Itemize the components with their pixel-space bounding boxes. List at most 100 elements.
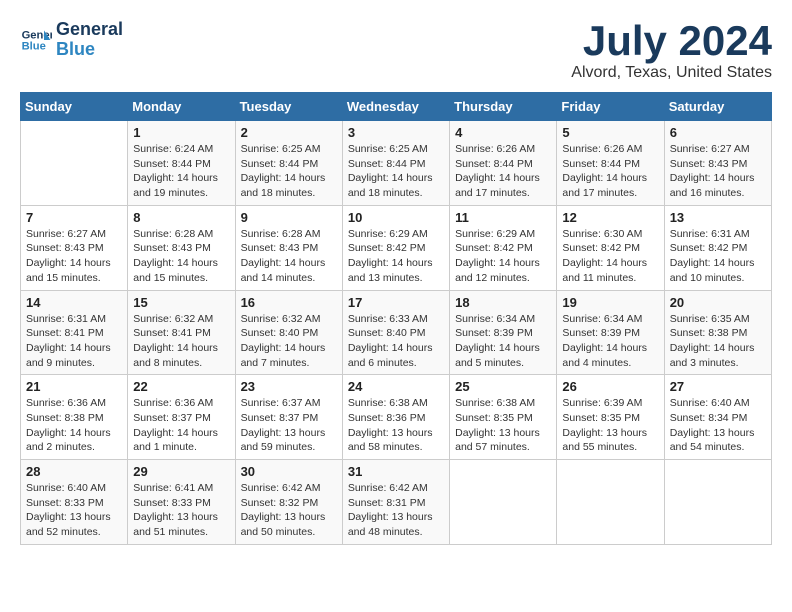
page-header: General Blue General Blue July 2024 Alvo… [20, 20, 772, 82]
day-info: Sunrise: 6:31 AM Sunset: 8:41 PM Dayligh… [26, 312, 122, 371]
day-info: Sunrise: 6:25 AM Sunset: 8:44 PM Dayligh… [348, 142, 444, 201]
calendar-cell: 16Sunrise: 6:32 AM Sunset: 8:40 PM Dayli… [235, 290, 342, 375]
calendar-cell: 22 Sunrise: 6:36 AM Sunset: 8:37 PM Dayli… [128, 375, 235, 460]
calendar-cell: 27 Sunrise: 6:40 AM Sunset: 8:34 PM Dayli… [664, 375, 771, 460]
day-info: Sunrise: 6:29 AM Sunset: 8:42 PM Dayligh… [455, 227, 551, 286]
day-number: 29 [133, 464, 229, 479]
day-number: 22 [133, 379, 229, 394]
day-info: Sunrise: 6:31 AM Sunset: 8:42 PM Dayligh… [670, 227, 766, 286]
week-row-1: 1 Sunrise: 6:24 AM Sunset: 8:44 PM Daylig… [21, 121, 772, 206]
day-number: 3 [348, 125, 444, 140]
day-number: 14 [26, 295, 122, 310]
day-number: 21 [26, 379, 122, 394]
day-info: Sunrise: 6:30 AM Sunset: 8:42 PM Dayligh… [562, 227, 658, 286]
day-number: 11 [455, 210, 551, 225]
day-number: 25 [455, 379, 551, 394]
day-number: 5 [562, 125, 658, 140]
calendar-cell: 13 Sunrise: 6:31 AM Sunset: 8:42 PM Dayli… [664, 205, 771, 290]
day-info: Sunrise: 6:27 AM Sunset: 8:43 PM Dayligh… [26, 227, 122, 286]
day-info: Sunrise: 6:28 AM Sunset: 8:43 PM Dayligh… [241, 227, 337, 286]
calendar-cell: 8 Sunrise: 6:28 AM Sunset: 8:43 PM Daylig… [128, 205, 235, 290]
day-info: Sunrise: 6:28 AM Sunset: 8:43 PM Dayligh… [133, 227, 229, 286]
calendar-cell: 2 Sunrise: 6:25 AM Sunset: 8:44 PM Daylig… [235, 121, 342, 206]
calendar-cell: 30 Sunrise: 6:42 AM Sunset: 8:32 PM Dayli… [235, 460, 342, 545]
calendar-cell: 24 Sunrise: 6:38 AM Sunset: 8:36 PM Dayli… [342, 375, 449, 460]
calendar-cell: 14 Sunrise: 6:31 AM Sunset: 8:41 PM Dayli… [21, 290, 128, 375]
week-row-4: 21Sunrise: 6:36 AM Sunset: 8:38 PM Dayli… [21, 375, 772, 460]
week-row-5: 28 Sunrise: 6:40 AM Sunset: 8:33 PM Dayli… [21, 460, 772, 545]
column-header-sunday: Sunday [21, 93, 128, 121]
week-row-2: 7Sunrise: 6:27 AM Sunset: 8:43 PM Daylig… [21, 205, 772, 290]
calendar-cell: 4 Sunrise: 6:26 AM Sunset: 8:44 PM Daylig… [450, 121, 557, 206]
day-number: 1 [133, 125, 229, 140]
day-number: 2 [241, 125, 337, 140]
day-info: Sunrise: 6:25 AM Sunset: 8:44 PM Dayligh… [241, 142, 337, 201]
title-block: July 2024 Alvord, Texas, United States [571, 20, 772, 82]
calendar-cell: 19 Sunrise: 6:34 AM Sunset: 8:39 PM Dayli… [557, 290, 664, 375]
calendar-cell [664, 460, 771, 545]
calendar-cell [21, 121, 128, 206]
day-number: 20 [670, 295, 766, 310]
logo: General Blue General Blue [20, 20, 123, 60]
calendar-cell [450, 460, 557, 545]
day-info: Sunrise: 6:34 AM Sunset: 8:39 PM Dayligh… [455, 312, 551, 371]
day-number: 8 [133, 210, 229, 225]
day-info: Sunrise: 6:29 AM Sunset: 8:42 PM Dayligh… [348, 227, 444, 286]
calendar-table: SundayMondayTuesdayWednesdayThursdayFrid… [20, 92, 772, 545]
day-info: Sunrise: 6:36 AM Sunset: 8:37 PM Dayligh… [133, 396, 229, 455]
calendar-cell: 25 Sunrise: 6:38 AM Sunset: 8:35 PM Dayli… [450, 375, 557, 460]
day-info: Sunrise: 6:26 AM Sunset: 8:44 PM Dayligh… [455, 142, 551, 201]
day-info: Sunrise: 6:33 AM Sunset: 8:40 PM Dayligh… [348, 312, 444, 371]
day-info: Sunrise: 6:38 AM Sunset: 8:35 PM Dayligh… [455, 396, 551, 455]
calendar-cell: 26Sunrise: 6:39 AM Sunset: 8:35 PM Dayli… [557, 375, 664, 460]
day-info: Sunrise: 6:24 AM Sunset: 8:44 PM Dayligh… [133, 142, 229, 201]
calendar-cell: 15 Sunrise: 6:32 AM Sunset: 8:41 PM Dayli… [128, 290, 235, 375]
calendar-cell: 29Sunrise: 6:41 AM Sunset: 8:33 PM Dayli… [128, 460, 235, 545]
day-info: Sunrise: 6:40 AM Sunset: 8:34 PM Dayligh… [670, 396, 766, 455]
column-header-friday: Friday [557, 93, 664, 121]
logo-text: General Blue [56, 20, 123, 60]
calendar-cell: 6 Sunrise: 6:27 AM Sunset: 8:43 PM Daylig… [664, 121, 771, 206]
day-number: 30 [241, 464, 337, 479]
day-number: 10 [348, 210, 444, 225]
day-number: 23 [241, 379, 337, 394]
day-number: 27 [670, 379, 766, 394]
day-info: Sunrise: 6:35 AM Sunset: 8:38 PM Dayligh… [670, 312, 766, 371]
day-info: Sunrise: 6:40 AM Sunset: 8:33 PM Dayligh… [26, 481, 122, 540]
calendar-cell: 7Sunrise: 6:27 AM Sunset: 8:43 PM Daylig… [21, 205, 128, 290]
day-number: 6 [670, 125, 766, 140]
calendar-cell: 23 Sunrise: 6:37 AM Sunset: 8:37 PM Dayli… [235, 375, 342, 460]
calendar-cell: 3 Sunrise: 6:25 AM Sunset: 8:44 PM Daylig… [342, 121, 449, 206]
calendar-cell: 18 Sunrise: 6:34 AM Sunset: 8:39 PM Dayli… [450, 290, 557, 375]
day-number: 12 [562, 210, 658, 225]
day-number: 18 [455, 295, 551, 310]
day-info: Sunrise: 6:27 AM Sunset: 8:43 PM Dayligh… [670, 142, 766, 201]
calendar-cell: 9Sunrise: 6:28 AM Sunset: 8:43 PM Daylig… [235, 205, 342, 290]
day-number: 13 [670, 210, 766, 225]
day-number: 28 [26, 464, 122, 479]
day-info: Sunrise: 6:42 AM Sunset: 8:32 PM Dayligh… [241, 481, 337, 540]
day-info: Sunrise: 6:39 AM Sunset: 8:35 PM Dayligh… [562, 396, 658, 455]
day-number: 16 [241, 295, 337, 310]
day-info: Sunrise: 6:38 AM Sunset: 8:36 PM Dayligh… [348, 396, 444, 455]
day-info: Sunrise: 6:34 AM Sunset: 8:39 PM Dayligh… [562, 312, 658, 371]
column-header-monday: Monday [128, 93, 235, 121]
day-number: 24 [348, 379, 444, 394]
calendar-cell: 17Sunrise: 6:33 AM Sunset: 8:40 PM Dayli… [342, 290, 449, 375]
day-number: 19 [562, 295, 658, 310]
column-header-tuesday: Tuesday [235, 93, 342, 121]
day-number: 15 [133, 295, 229, 310]
day-info: Sunrise: 6:42 AM Sunset: 8:31 PM Dayligh… [348, 481, 444, 540]
day-info: Sunrise: 6:26 AM Sunset: 8:44 PM Dayligh… [562, 142, 658, 201]
header-row: SundayMondayTuesdayWednesdayThursdayFrid… [21, 93, 772, 121]
day-info: Sunrise: 6:32 AM Sunset: 8:41 PM Dayligh… [133, 312, 229, 371]
calendar-cell: 21Sunrise: 6:36 AM Sunset: 8:38 PM Dayli… [21, 375, 128, 460]
column-header-thursday: Thursday [450, 93, 557, 121]
day-info: Sunrise: 6:37 AM Sunset: 8:37 PM Dayligh… [241, 396, 337, 455]
day-number: 4 [455, 125, 551, 140]
location: Alvord, Texas, United States [571, 64, 772, 82]
calendar-cell: 28 Sunrise: 6:40 AM Sunset: 8:33 PM Dayli… [21, 460, 128, 545]
calendar-cell: 12 Sunrise: 6:30 AM Sunset: 8:42 PM Dayli… [557, 205, 664, 290]
calendar-cell: 5 Sunrise: 6:26 AM Sunset: 8:44 PM Daylig… [557, 121, 664, 206]
column-header-wednesday: Wednesday [342, 93, 449, 121]
